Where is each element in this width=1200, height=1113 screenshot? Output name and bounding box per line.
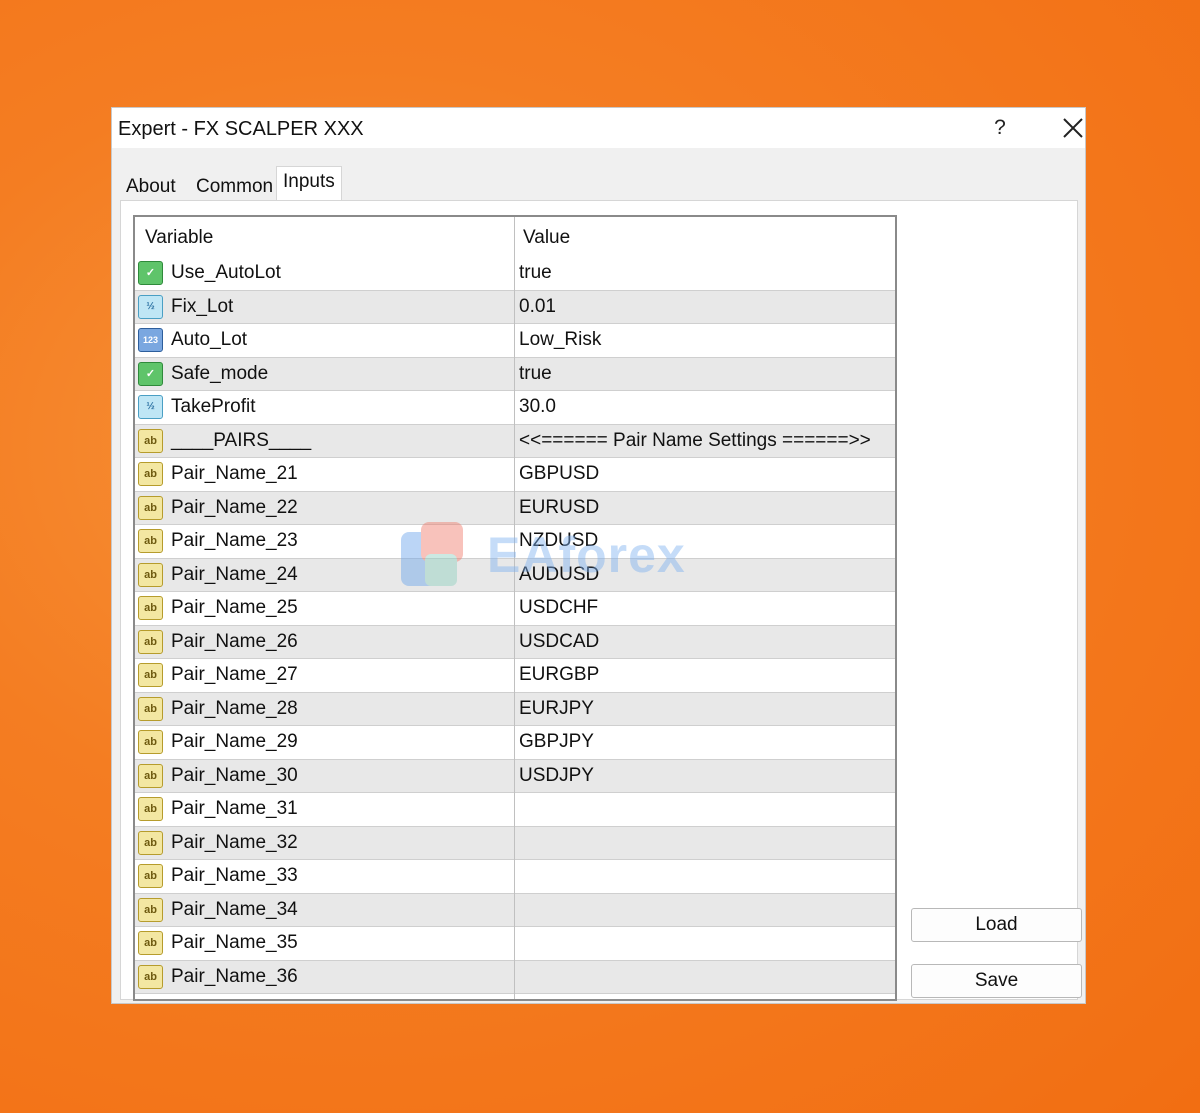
table-row[interactable]: ab Pair_Name_21 GBPUSD (135, 458, 895, 492)
variable-value[interactable]: EURJPY (519, 698, 594, 720)
variable-name: Pair_Name_36 (171, 965, 298, 987)
variable-name: Pair_Name_27 (171, 664, 298, 685)
variable-name: Auto_Lot (171, 329, 248, 350)
variable-name: Pair_Name_23 (171, 530, 298, 551)
table-row[interactable]: ab Pair_Name_35 (135, 927, 895, 961)
table-row[interactable]: ✓ Safe_mode true (135, 357, 895, 391)
string-type-icon: ab (138, 830, 163, 855)
table-row[interactable]: ½ TakeProfit 30.0 (135, 391, 895, 425)
table-row[interactable]: ab Pair_Name_23 NZDUSD (135, 525, 895, 559)
table-row[interactable]: ab Pair_Name_31 (135, 793, 895, 827)
string-type-icon: ab (138, 797, 163, 821)
string-type-icon: ab (138, 462, 163, 486)
table-row[interactable]: ab Pair_Name_28 EURJPY (135, 692, 895, 726)
table-row[interactable]: ab ____PAIRS____ <<====== Pair Name Settin… (135, 424, 895, 458)
header-value[interactable]: Value (523, 227, 570, 249)
table-row[interactable]: ✓ Use_AutoLot true (135, 257, 895, 291)
tab-inputs[interactable]: Inputs (276, 166, 342, 200)
variable-value[interactable]: USDJPY (519, 765, 594, 787)
load-button[interactable]: Load (911, 908, 1082, 942)
double-type-icon: ½ (138, 294, 163, 319)
variable-name: TakeProfit (171, 396, 256, 417)
grid-rows: ✓ Use_AutoLot true ½ Fix_Lot 0.01 123 Auto_Lot L… (135, 257, 895, 994)
tab-common[interactable]: Common (190, 174, 279, 200)
variable-value[interactable]: EURGBP (519, 664, 599, 686)
variable-value[interactable]: USDCAD (519, 631, 599, 653)
variable-name: Pair_Name_22 (171, 496, 298, 518)
table-row[interactable]: ab Pair_Name_30 USDJPY (135, 759, 895, 793)
variable-value[interactable]: USDCHF (519, 597, 598, 619)
variable-name: Use_AutoLot (171, 262, 281, 283)
variable-value[interactable]: Low_Risk (519, 329, 601, 351)
variable-name: Pair_Name_21 (171, 463, 298, 484)
window-title: Expert - FX SCALPER XXX (118, 118, 364, 140)
variable-name: Pair_Name_33 (171, 865, 298, 886)
save-button[interactable]: Save (911, 964, 1082, 998)
string-type-icon: ab (138, 495, 163, 520)
variable-value[interactable]: 30.0 (519, 396, 556, 418)
table-row[interactable]: 123 Auto_Lot Low_Risk (135, 324, 895, 358)
int-type-icon: 123 (138, 328, 163, 352)
variable-name: Pair_Name_32 (171, 831, 298, 853)
table-row[interactable]: ab Pair_Name_27 EURGBP (135, 659, 895, 693)
string-type-icon: ab (138, 428, 163, 453)
variable-value[interactable]: GBPUSD (519, 463, 599, 485)
table-row[interactable]: ab Pair_Name_33 (135, 860, 895, 894)
column-divider[interactable] (514, 217, 515, 999)
table-row[interactable]: ab Pair_Name_36 (135, 960, 895, 994)
string-type-icon: ab (138, 897, 163, 922)
variable-name: Pair_Name_24 (171, 563, 298, 585)
string-type-icon: ab (138, 629, 163, 654)
variable-value[interactable]: AUDUSD (519, 564, 599, 586)
string-type-icon: ab (138, 964, 163, 989)
variable-name: Pair_Name_25 (171, 597, 298, 618)
table-row[interactable]: ab Pair_Name_34 (135, 893, 895, 927)
string-type-icon: ab (138, 864, 163, 888)
variable-name: Pair_Name_31 (171, 798, 298, 819)
double-type-icon: ½ (138, 395, 163, 419)
title-bar: Expert - FX SCALPER XXX ? (112, 108, 1085, 148)
string-type-icon: ab (138, 730, 163, 754)
table-row[interactable]: ab Pair_Name_32 (135, 826, 895, 860)
close-icon (1063, 118, 1083, 138)
variable-value[interactable]: true (519, 262, 552, 284)
string-type-icon: ab (138, 696, 163, 721)
string-type-icon: ab (138, 529, 163, 553)
variable-name: Pair_Name_34 (171, 898, 298, 920)
variable-value[interactable]: <<====== Pair Name Settings ======>> (519, 430, 871, 452)
table-row[interactable]: ab Pair_Name_22 EURUSD (135, 491, 895, 525)
bool-type-icon: ✓ (138, 361, 163, 386)
tab-about[interactable]: About (120, 174, 182, 200)
help-button[interactable]: ? (988, 113, 1012, 143)
variable-value[interactable]: NZDUSD (519, 530, 598, 552)
tab-strip: About Common Inputs (112, 166, 1085, 200)
grid-header: Variable Value (135, 217, 895, 257)
variable-name: Pair_Name_26 (171, 630, 298, 652)
string-type-icon: ab (138, 562, 163, 587)
string-type-icon: ab (138, 596, 163, 620)
variable-name: Pair_Name_28 (171, 697, 298, 719)
variable-name: ____PAIRS____ (171, 429, 312, 451)
variable-value[interactable]: 0.01 (519, 296, 556, 318)
table-row[interactable]: ab Pair_Name_25 USDCHF (135, 592, 895, 626)
variable-name: Pair_Name_35 (171, 932, 298, 953)
variable-value[interactable]: EURUSD (519, 497, 599, 519)
table-row[interactable]: ab Pair_Name_26 USDCAD (135, 625, 895, 659)
table-row[interactable]: ½ Fix_Lot 0.01 (135, 290, 895, 324)
variable-name: Safe_mode (171, 362, 269, 384)
inputs-grid: Variable Value ✓ Use_AutoLot true ½ Fix_Lot 0… (133, 215, 897, 1001)
string-type-icon: ab (138, 763, 163, 788)
variable-name: Pair_Name_30 (171, 764, 298, 786)
variable-value[interactable]: GBPJPY (519, 731, 594, 753)
table-row[interactable]: ab Pair_Name_24 AUDUSD (135, 558, 895, 592)
variable-name: Fix_Lot (171, 295, 234, 317)
bool-type-icon: ✓ (138, 261, 163, 285)
string-type-icon: ab (138, 663, 163, 687)
close-button[interactable] (1058, 113, 1088, 143)
header-variable[interactable]: Variable (145, 227, 213, 249)
table-row[interactable]: ab Pair_Name_29 GBPJPY (135, 726, 895, 760)
variable-value[interactable]: true (519, 363, 552, 385)
variable-name: Pair_Name_29 (171, 731, 298, 752)
string-type-icon: ab (138, 931, 163, 955)
